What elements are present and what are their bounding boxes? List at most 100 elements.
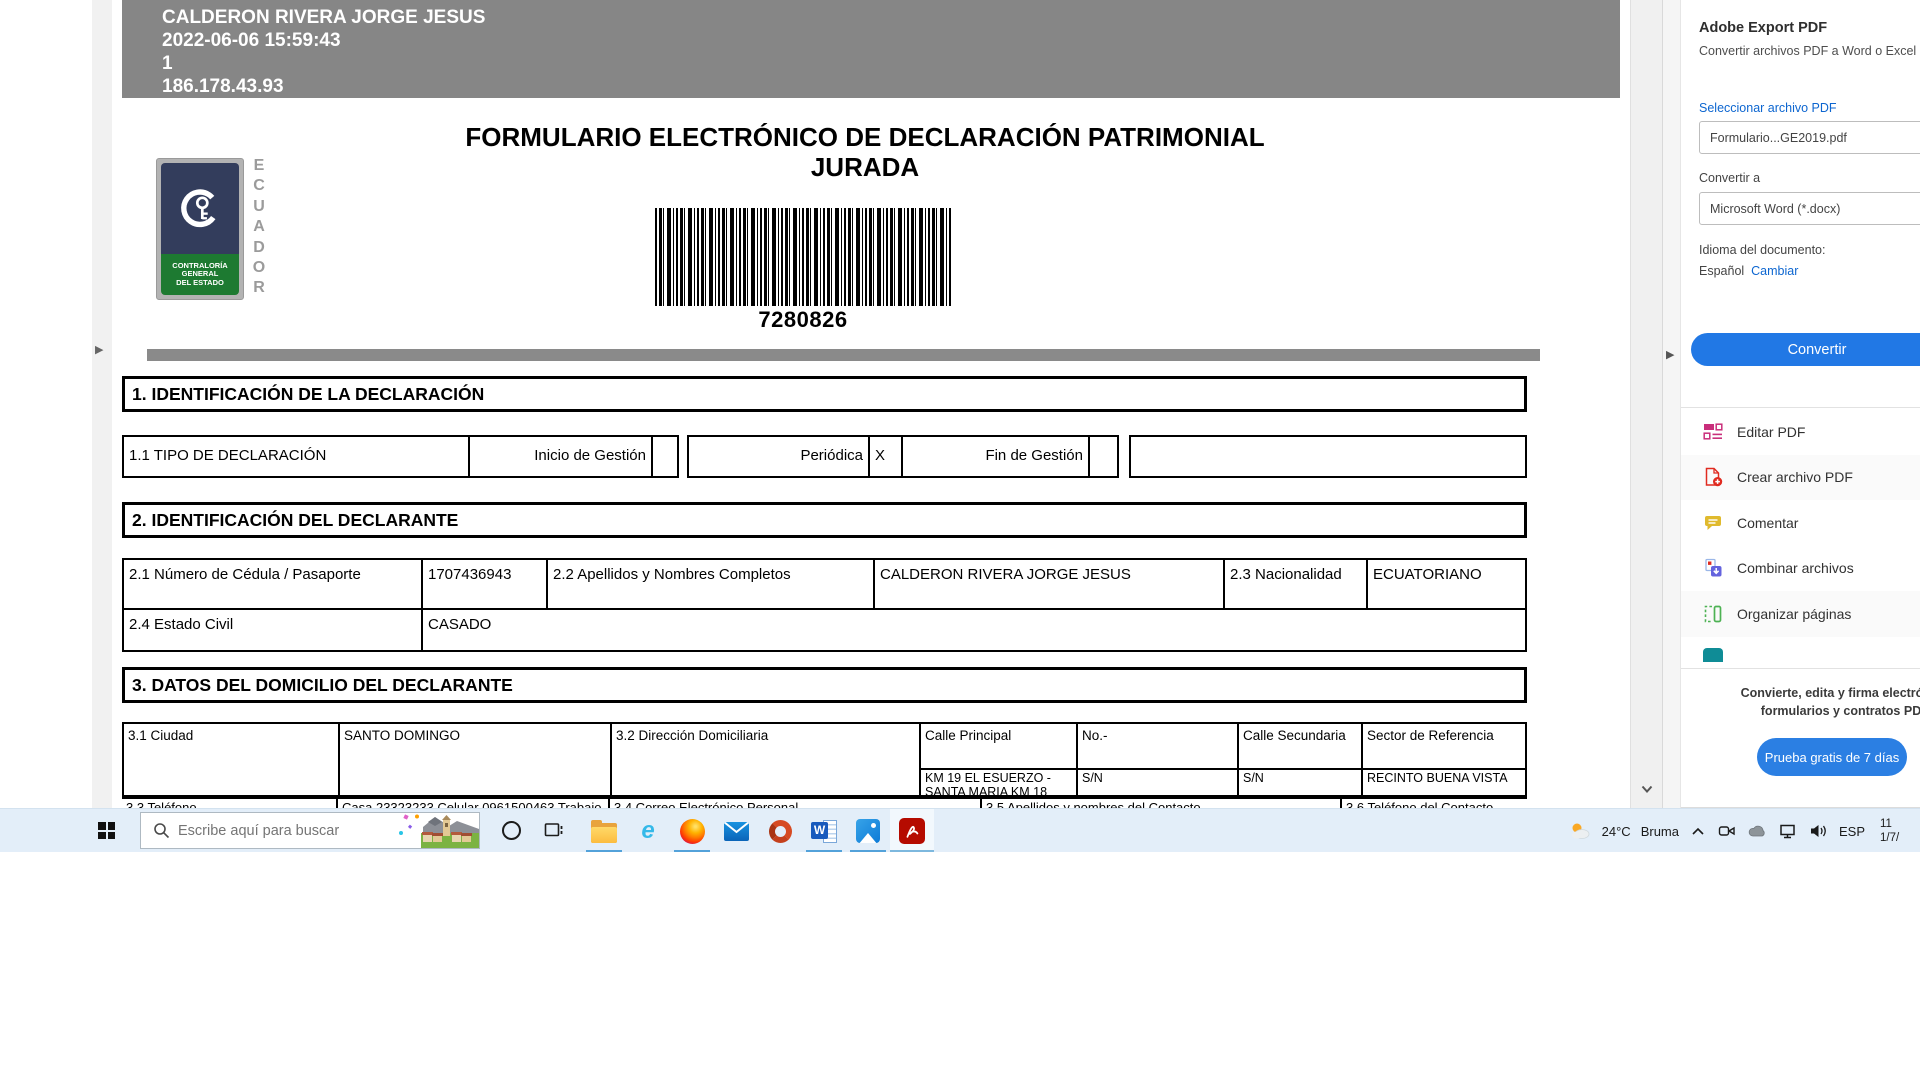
word-icon: W bbox=[811, 818, 837, 844]
declarante-table: 2.1 Número de Cédula / Pasaporte 1707436… bbox=[122, 558, 1527, 652]
document-scrollbar[interactable] bbox=[1630, 0, 1663, 808]
cge-logo: CONTRALORÍA GENERAL DEL ESTADO bbox=[156, 158, 244, 300]
convert-to-value: Microsoft Word (*.docx) bbox=[1710, 202, 1840, 216]
numero-label: No.- bbox=[1076, 724, 1237, 770]
task-view-button[interactable] bbox=[544, 821, 564, 839]
change-language-link[interactable]: Cambiar bbox=[1751, 264, 1798, 278]
language-value: Español bbox=[1699, 264, 1744, 278]
tool-comentar[interactable]: Comentar bbox=[1681, 500, 1920, 546]
tool-label: Crear archivo PDF bbox=[1737, 469, 1853, 485]
panel-subtitle: Convertir archivos PDF a Word o Excel On bbox=[1699, 44, 1920, 58]
app-mail[interactable] bbox=[714, 809, 758, 853]
promo-section: Convierte, edita y firma electrónic form… bbox=[1681, 668, 1920, 808]
promo-line1: Convierte, edita y firma electrónic bbox=[1691, 685, 1920, 703]
convert-to-select[interactable]: Microsoft Word (*.docx) bbox=[1699, 192, 1920, 225]
mail-icon bbox=[724, 822, 749, 841]
panel-divider bbox=[1681, 407, 1920, 408]
convert-button[interactable]: Convertir bbox=[1691, 333, 1920, 366]
telefono-contacto-label: 3.6 Teléfono del Contacto bbox=[1340, 799, 1523, 808]
barcode-number: 7280826 bbox=[655, 307, 951, 333]
file-explorer-icon bbox=[591, 823, 617, 843]
start-button[interactable] bbox=[98, 822, 115, 839]
app-internet-explorer[interactable]: e bbox=[626, 809, 670, 853]
taskbar: e W bbox=[0, 808, 1920, 852]
domicilio-table-clipped-row: 3.3 Teléfono Casa 23323233 Celular 09615… bbox=[122, 797, 1527, 808]
periodica-value: X bbox=[868, 437, 901, 476]
volume-icon[interactable] bbox=[1809, 823, 1828, 839]
tool-combinar[interactable]: Combinar archivos bbox=[1681, 546, 1920, 592]
sector-label: Sector de Referencia bbox=[1361, 724, 1525, 770]
form-title: FORMULARIO ELECTRÓNICO DE DECLARACIÓN PA… bbox=[400, 122, 1330, 182]
weather-condition[interactable]: Bruma bbox=[1641, 824, 1679, 839]
select-file-link[interactable]: Seleccionar archivo PDF bbox=[1699, 101, 1837, 115]
acrobat-icon bbox=[899, 818, 925, 844]
app-office[interactable] bbox=[758, 809, 802, 853]
tool-organizar[interactable]: Organizar páginas bbox=[1681, 591, 1920, 637]
selected-file-field[interactable]: Formulario...GE2019.pdf bbox=[1699, 121, 1920, 154]
domicilio-table: 3.1 Ciudad SANTO DOMINGO 3.2 Dirección D… bbox=[122, 722, 1527, 797]
contacto-label: 3.5 Apellidos y nombres del Contacto bbox=[980, 799, 1340, 808]
app-word[interactable]: W bbox=[802, 809, 846, 853]
taskbar-apps: e W bbox=[582, 809, 934, 853]
export-pdf-panel: Adobe Export PDF Convertir archivos PDF … bbox=[1680, 0, 1920, 808]
inicio-gestion-value bbox=[651, 437, 675, 476]
tool-editar-pdf[interactable]: Editar PDF bbox=[1681, 409, 1920, 455]
calle-secundaria-label: Calle Secundaria bbox=[1237, 724, 1361, 770]
section2-header: 2. IDENTIFICACIÓN DEL DECLARANTE bbox=[122, 502, 1527, 538]
internet-explorer-icon: e bbox=[635, 818, 661, 844]
selected-file-name: Formulario...GE2019.pdf bbox=[1710, 131, 1847, 145]
right-panel-edge[interactable]: ▶ bbox=[1662, 0, 1681, 808]
firefox-icon bbox=[680, 819, 705, 844]
create-pdf-icon bbox=[1703, 467, 1723, 487]
cge-org-name: CONTRALORÍA GENERAL DEL ESTADO bbox=[161, 254, 239, 295]
bing-daily-image[interactable] bbox=[395, 813, 479, 848]
telefono-label: 3.3 Teléfono bbox=[122, 799, 336, 808]
section1-header: 1. IDENTIFICACIÓN DE LA DECLARACIÓN bbox=[122, 376, 1527, 412]
scroll-down-icon[interactable] bbox=[1641, 785, 1653, 794]
cortana-button[interactable] bbox=[502, 821, 521, 840]
taskbar-search[interactable] bbox=[140, 812, 480, 849]
edit-pdf-icon bbox=[1703, 422, 1723, 442]
tools-list: Editar PDF Crear archivo PDF Comentar bbox=[1681, 409, 1920, 637]
office-icon bbox=[769, 820, 792, 843]
language-row: Español Cambiar bbox=[1699, 264, 1798, 278]
meet-now-icon[interactable] bbox=[1718, 823, 1736, 839]
section3-title: 3. DATOS DEL DOMICILIO DEL DECLARANTE bbox=[132, 675, 513, 696]
tray-expand-icon[interactable] bbox=[1690, 825, 1706, 837]
app-acrobat[interactable] bbox=[890, 809, 934, 853]
free-trial-button[interactable]: Prueba gratis de 7 días bbox=[1757, 738, 1907, 776]
tool-label: Organizar páginas bbox=[1737, 606, 1851, 622]
collapse-right-panel-icon[interactable]: ▶ bbox=[1666, 348, 1674, 361]
calle-principal-label: Calle Principal bbox=[919, 724, 1076, 770]
search-input[interactable] bbox=[176, 822, 395, 840]
system-tray: 24°C Bruma bbox=[1563, 809, 1920, 853]
tool-crear-pdf[interactable]: Crear archivo PDF bbox=[1681, 455, 1920, 501]
screen: ▶ CALDERON RIVERA JORGE JESUS 2022-06-06… bbox=[0, 0, 1920, 1080]
network-icon[interactable] bbox=[1779, 823, 1797, 839]
tool-label: Comentar bbox=[1737, 515, 1798, 531]
logo-line3: DEL ESTADO bbox=[161, 279, 239, 288]
section3-header: 3. DATOS DEL DOMICILIO DEL DECLARANTE bbox=[122, 667, 1527, 703]
calle-secundaria-value: S/N bbox=[1237, 770, 1361, 795]
language-indicator[interactable]: ESP bbox=[1839, 824, 1865, 839]
weather-icon[interactable] bbox=[1569, 821, 1591, 841]
tool-clipped-icon[interactable] bbox=[1703, 648, 1723, 662]
combine-files-icon bbox=[1703, 558, 1723, 578]
taskbar-clock[interactable]: 11 1/7/ bbox=[1880, 817, 1920, 845]
correo-label: 3.4 Correo Electrónico Personal bbox=[608, 799, 980, 808]
clock-date: 1/7/ bbox=[1880, 832, 1899, 844]
clock-time: 11 bbox=[1880, 818, 1892, 830]
section2-title: 2. IDENTIFICACIÓN DEL DECLARANTE bbox=[132, 510, 458, 531]
calle-principal-value: KM 19 EL ESUERZO - SANTA MARIA KM 18 bbox=[919, 770, 1076, 795]
onedrive-icon[interactable] bbox=[1748, 824, 1767, 838]
ciudad-label: 3.1 Ciudad bbox=[124, 724, 338, 795]
app-file-explorer[interactable] bbox=[582, 809, 626, 853]
app-firefox[interactable] bbox=[670, 809, 714, 853]
c-key-icon bbox=[176, 182, 224, 236]
search-icon bbox=[153, 822, 170, 839]
photos-icon bbox=[856, 819, 880, 843]
ciudad-value: SANTO DOMINGO bbox=[338, 724, 610, 795]
weather-temp[interactable]: 24°C bbox=[1602, 824, 1631, 839]
separator-bar bbox=[147, 349, 1540, 361]
app-photos[interactable] bbox=[846, 809, 890, 853]
